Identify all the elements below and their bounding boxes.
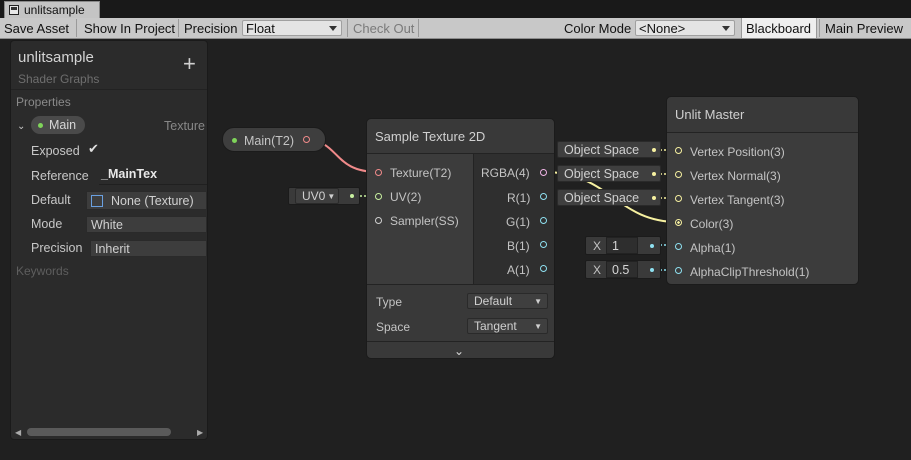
master-port-label: Vertex Tangent(3) — [690, 193, 785, 207]
blackboard-panel: unlitsample Shader Graphs + Properties ⌄… — [10, 40, 208, 440]
type-label: Type — [376, 295, 403, 309]
chevron-down-icon[interactable]: ⌄ — [17, 121, 25, 132]
divider — [367, 341, 554, 342]
chevron-down-icon: ▼ — [534, 297, 542, 306]
property-type-label: Texture — [164, 119, 205, 133]
uv-output-port[interactable] — [350, 194, 354, 198]
uv-node[interactable]: UV0 ▼ — [288, 187, 360, 205]
r-output-port[interactable] — [540, 193, 547, 200]
master-port-label: Color(3) — [690, 217, 734, 231]
input-port-label: UV(2) — [390, 190, 422, 204]
space-input-chip[interactable]: Object Space — [557, 165, 661, 182]
default-texture-value: None (Texture) — [111, 193, 194, 208]
default-texture-field[interactable]: None (Texture) — [86, 191, 207, 210]
output-port-label: RGBA(4) — [481, 166, 530, 180]
properties-section-label: Properties — [16, 95, 71, 109]
space-dropdown[interactable]: Tangent ▼ — [467, 318, 548, 334]
space-input-chip[interactable]: Object Space — [557, 141, 661, 158]
master-port-label: AlphaClipThreshold(1) — [690, 265, 810, 279]
alpha-clip-threshold-port[interactable] — [675, 267, 682, 274]
reference-field[interactable]: _MainTex — [99, 167, 207, 185]
output-port-label: G(1) — [506, 215, 530, 229]
space-chip-label: Object Space — [564, 190, 640, 205]
clip-threshold-value-field[interactable]: 0.5 — [606, 261, 638, 278]
chevron-down-icon: ▼ — [534, 322, 542, 331]
a-output-port[interactable] — [540, 265, 547, 272]
output-port-label: R(1) — [507, 191, 531, 205]
output-port-label: B(1) — [507, 239, 530, 253]
space-label: Space — [376, 320, 411, 334]
master-port-label: Vertex Position(3) — [690, 145, 785, 159]
alpha-value-field[interactable]: 1 — [606, 237, 638, 254]
uv-channel-dropdown[interactable]: UV0 ▼ — [295, 188, 339, 204]
reference-label: Reference — [31, 169, 89, 183]
input-port-label: Texture(T2) — [390, 166, 452, 180]
mode-label: Mode — [31, 217, 63, 231]
mode-dropdown[interactable]: White — [86, 216, 207, 233]
node-title: Unlit Master — [675, 107, 745, 122]
space-chip-label: Object Space — [564, 142, 640, 157]
texture-input-port[interactable] — [375, 169, 382, 176]
input-port-label: Sampler(SS) — [390, 214, 459, 228]
space-input-chip[interactable]: Object Space — [557, 189, 661, 206]
scroll-right-icon[interactable]: ▶ — [197, 428, 203, 437]
type-dropdown-value: Default — [474, 294, 513, 308]
b-output-port[interactable] — [540, 241, 547, 248]
chip-port-dot — [650, 244, 654, 248]
keywords-section-label: Keywords — [16, 264, 69, 278]
uv-channel-value: UV0 — [302, 189, 326, 203]
chip-port-dot — [652, 172, 656, 176]
property-precision-dropdown[interactable]: Inherit — [90, 240, 207, 257]
chip-port-dot — [650, 268, 654, 272]
divider — [11, 89, 207, 90]
chevron-down-icon: ▼ — [327, 191, 336, 201]
output-port-label: A(1) — [507, 263, 530, 277]
scroll-left-icon[interactable]: ◀ — [15, 428, 21, 437]
blackboard-horizontal-scrollbar[interactable]: ◀ ▶ — [15, 427, 205, 437]
vertex-normal-port[interactable] — [675, 171, 682, 178]
blackboard-subtitle: Shader Graphs — [18, 72, 100, 86]
blackboard-title: unlitsample — [18, 49, 94, 66]
sampler-input-port[interactable] — [375, 217, 382, 224]
node-title: Sample Texture 2D — [375, 129, 486, 144]
master-port-label: Alpha(1) — [690, 241, 736, 255]
alpha-port[interactable] — [675, 243, 682, 250]
texture-icon — [91, 194, 103, 207]
divider — [367, 284, 554, 285]
vertex-position-port[interactable] — [675, 147, 682, 154]
default-label: Default — [31, 193, 71, 207]
clip-threshold-input-chip[interactable]: X 0.5 — [585, 260, 661, 279]
axis-label: X — [593, 263, 602, 277]
vertex-tangent-port[interactable] — [675, 195, 682, 202]
master-port-label: Vertex Normal(3) — [690, 169, 781, 183]
exposed-dot-icon — [38, 122, 43, 128]
uv-input-port[interactable] — [375, 193, 382, 200]
unlit-master-node[interactable]: Unlit Master Vertex Position(3) Vertex N… — [666, 96, 859, 285]
expand-preview-icon[interactable]: ⌄ — [454, 344, 464, 358]
scrollbar-thumb[interactable] — [27, 428, 171, 436]
property-pill-label: Main — [49, 118, 77, 132]
rgba-output-port[interactable] — [540, 169, 547, 176]
property-node-label: Main(T2) — [244, 134, 295, 148]
color-port[interactable] — [675, 219, 682, 226]
type-dropdown[interactable]: Default ▼ — [467, 293, 548, 309]
texture-output-port[interactable] — [303, 136, 310, 143]
axis-label: X — [593, 239, 602, 253]
add-property-button[interactable]: + — [183, 53, 196, 75]
property-pill-main[interactable]: Main — [31, 116, 85, 134]
chip-port-dot — [652, 148, 656, 152]
exposed-label: Exposed — [31, 144, 80, 158]
alpha-input-chip[interactable]: X 1 — [585, 236, 661, 255]
chip-port-dot — [652, 196, 656, 200]
exposed-dot-icon — [232, 138, 237, 143]
space-chip-label: Object Space — [564, 166, 640, 181]
property-node-main[interactable]: Main(T2) — [222, 127, 326, 152]
space-dropdown-value: Tangent — [474, 319, 517, 333]
exposed-checkbox[interactable]: ✔ — [88, 141, 99, 157]
precision-label: Precision — [31, 241, 83, 255]
g-output-port[interactable] — [540, 217, 547, 224]
sample-texture-2d-node[interactable]: Sample Texture 2D Texture(T2) UV(2) Samp… — [366, 118, 555, 359]
